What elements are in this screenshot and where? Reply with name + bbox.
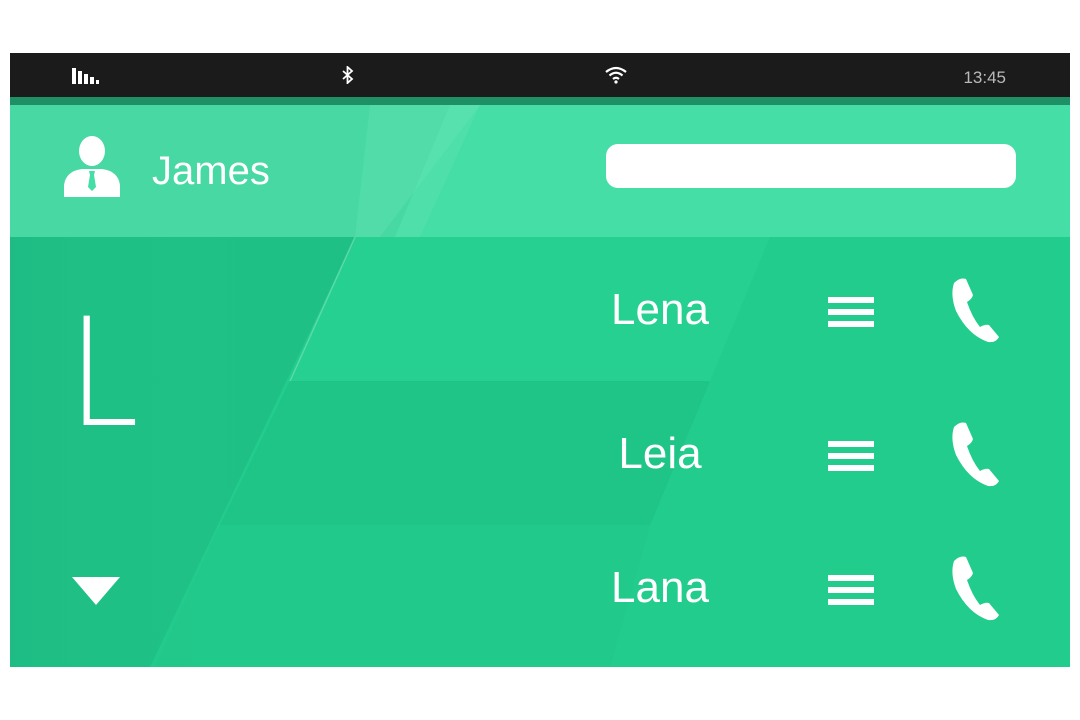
menu-icon[interactable] [828, 441, 874, 471]
phone-call-icon[interactable] [948, 555, 1000, 621]
contact-name: Leia [618, 429, 702, 478]
phone-screen: 13:45 James L Lena Leia Lana [10, 53, 1070, 667]
status-bar: 13:45 [10, 53, 1070, 105]
contact-name: Lena [611, 285, 709, 334]
menu-icon[interactable] [828, 297, 874, 327]
status-clock: 13:45 [963, 68, 1006, 87]
contact-row[interactable]: Leia [10, 381, 1070, 525]
user-avatar-icon [64, 136, 120, 197]
menu-icon[interactable] [828, 575, 874, 605]
header-bar: James [10, 105, 1070, 237]
search-input[interactable] [606, 144, 1016, 188]
contact-row[interactable]: Lena [10, 237, 1070, 381]
contact-list: L Lena Leia Lana [10, 237, 1070, 667]
wifi-icon [605, 66, 627, 84]
contact-row[interactable]: Lana [10, 525, 1070, 667]
phone-call-icon[interactable] [948, 421, 1000, 487]
contact-name: Lana [611, 563, 709, 612]
user-name: James [152, 149, 270, 193]
signal-bars-icon [72, 68, 99, 84]
bluetooth-icon [342, 66, 354, 84]
phone-call-icon[interactable] [948, 277, 1000, 343]
